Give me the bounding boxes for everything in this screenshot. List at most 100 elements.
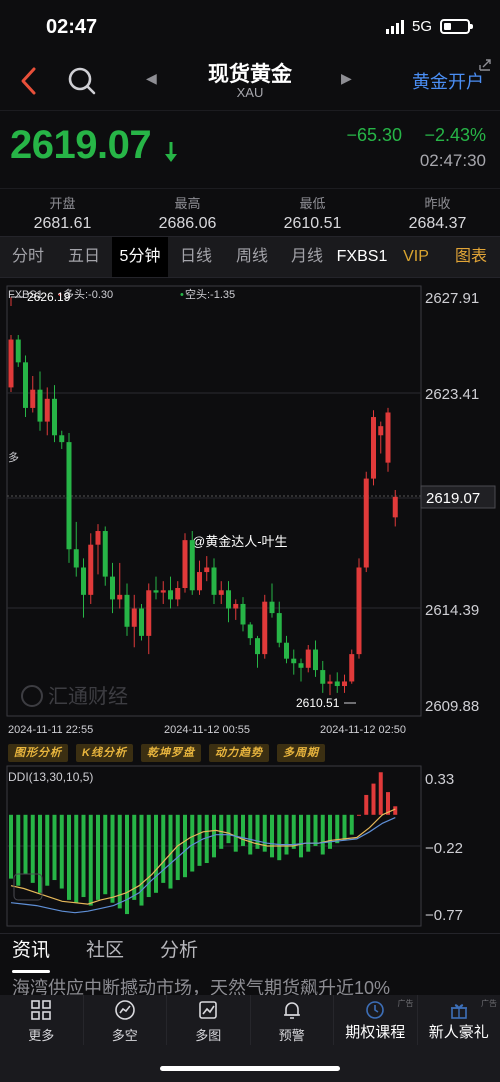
- tab-monthly[interactable]: 月线: [280, 237, 334, 277]
- chart-area[interactable]: FXBS1 • 多头:-0.30 • 空头:-1.35 多 @黄金达人-叶生 汇…: [0, 278, 500, 933]
- tab-fxbs1[interactable]: FXBS1: [334, 237, 390, 277]
- ddi-bar: [9, 814, 13, 879]
- tab-intraday[interactable]: 分时: [0, 237, 56, 277]
- tab-weekly[interactable]: 周线: [224, 237, 280, 277]
- candle-body: [211, 567, 217, 595]
- ddi-bar: [110, 814, 115, 903]
- candle-body: [313, 649, 318, 671]
- open-account-button[interactable]: 黄金开户: [412, 68, 484, 94]
- candle-body: [189, 540, 195, 591]
- date-tick: 2024-11-12 00:55: [164, 724, 250, 736]
- ddi-bar: [371, 783, 376, 815]
- candle-body: [8, 339, 14, 388]
- network-type: 5G: [411, 18, 432, 35]
- tab-5min[interactable]: 5分钟: [112, 237, 168, 277]
- stat-high: 最高 2686.06: [125, 189, 250, 236]
- candle-body: [385, 412, 391, 463]
- ddi-bar: [328, 814, 332, 849]
- candlestick-chart[interactable]: FXBS1 • 多头:-0.30 • 空头:-1.35 多 @黄金达人-叶生 汇…: [0, 278, 500, 933]
- candle-body: [363, 478, 369, 568]
- tab-news[interactable]: 资讯: [12, 934, 51, 973]
- tool-kline-analysis[interactable]: K线分析: [76, 744, 133, 762]
- ddi-bar: [291, 814, 296, 849]
- candle-body: [240, 603, 246, 625]
- stat-label: 最低: [299, 196, 326, 211]
- bottom-label: 更多: [28, 1028, 55, 1043]
- candle-body: [59, 435, 65, 443]
- price-tick: 2609.88: [425, 698, 479, 715]
- price-change: −65.30: [346, 125, 402, 145]
- candle-body: [371, 417, 376, 479]
- news-headline[interactable]: 海湾供应中断撼动市场，天然气期货飙升近10%: [12, 975, 500, 995]
- candle-body: [44, 398, 50, 422]
- candle-body: [327, 681, 333, 684]
- clock-icon: [366, 1001, 385, 1019]
- ddi-bar: [38, 814, 42, 893]
- candle-body: [160, 590, 166, 593]
- tool-multi-period[interactable]: 多周期: [276, 744, 325, 762]
- tab-analysis[interactable]: 分析: [160, 934, 198, 973]
- candle-body: [247, 624, 253, 639]
- stat-label: 昨收: [424, 196, 451, 211]
- next-symbol-icon[interactable]: ▶: [341, 70, 352, 87]
- more-button[interactable]: 更多: [0, 995, 84, 1045]
- alert-button[interactable]: 预警: [251, 995, 334, 1045]
- stat-value: 2610.51: [283, 215, 342, 232]
- tab-vip[interactable]: VIP: [390, 237, 442, 277]
- long-short-button[interactable]: 多空: [84, 995, 167, 1045]
- candle-body: [320, 670, 326, 684]
- stat-value: 2686.06: [158, 215, 217, 232]
- new-user-gift-button[interactable]: 广告 新人豪礼: [418, 995, 500, 1045]
- bottom-label: 预警: [278, 1028, 305, 1043]
- bottom-label: 多空: [111, 1028, 138, 1043]
- tool-momentum[interactable]: 动力趋势: [208, 744, 269, 762]
- tab-chart[interactable]: 图表: [442, 237, 500, 277]
- candle-body: [291, 658, 297, 664]
- candle-body: [262, 601, 268, 655]
- tab-community[interactable]: 社区: [86, 934, 124, 973]
- tab-five-day[interactable]: 五日: [56, 237, 112, 277]
- tool-pattern-analysis[interactable]: 图形分析: [8, 744, 68, 762]
- candle-body: [392, 496, 398, 518]
- price-tick: 2623.41: [425, 386, 479, 403]
- status-time: 02:47: [46, 16, 98, 38]
- ddi-bar: [284, 814, 289, 855]
- candle-body: [110, 576, 115, 600]
- tool-compass[interactable]: 乾坤罗盘: [140, 744, 201, 762]
- option-course-button[interactable]: 广告 期权课程: [334, 995, 418, 1045]
- watermark-user: @黄金达人-叶生: [192, 534, 288, 549]
- ddi-bar: [313, 814, 318, 846]
- short-label: 空头:-1.35: [185, 287, 235, 301]
- ad-badge: 广告: [481, 999, 497, 1008]
- low-marker: 2610.51: [296, 696, 340, 710]
- ddi-bar: [248, 814, 253, 855]
- ddi-bar: [393, 806, 398, 815]
- stat-value: 2684.37: [408, 215, 467, 232]
- ddi-bar: [378, 772, 383, 815]
- ddi-bar: [306, 814, 311, 852]
- status-bar: 02:47 5G: [0, 0, 500, 56]
- nav-bar: ◀ 现货黄金 XAU ▶ 黄金开户: [0, 56, 500, 110]
- ddi-bar: [241, 814, 245, 846]
- ddi-tick: −0.22: [425, 840, 463, 857]
- candle-body: [139, 608, 144, 636]
- ddi-tick: 0.33: [425, 771, 454, 788]
- long-label: 多头:-0.30: [63, 287, 113, 301]
- date-tick: 2024-11-12 02:50: [320, 724, 406, 736]
- candle-body: [88, 544, 94, 595]
- ddi-label: DDI(13,30,10,5): [8, 770, 93, 784]
- multi-chart-icon: [199, 1001, 218, 1019]
- status-icons: 5G: [385, 18, 473, 35]
- tab-daily[interactable]: 日线: [168, 237, 224, 277]
- candle-body: [356, 567, 362, 655]
- candle-body: [102, 531, 108, 577]
- ddi-bar: [270, 814, 274, 858]
- bottom-label: 多图: [195, 1028, 222, 1043]
- share-icon[interactable]: [478, 58, 492, 72]
- candle-body: [131, 608, 137, 627]
- ddi-bar: [364, 794, 369, 815]
- ddi-bar: [59, 814, 64, 889]
- multi-chart-button[interactable]: 多图: [167, 995, 251, 1045]
- candle-body: [73, 549, 79, 568]
- candle-body: [66, 442, 72, 550]
